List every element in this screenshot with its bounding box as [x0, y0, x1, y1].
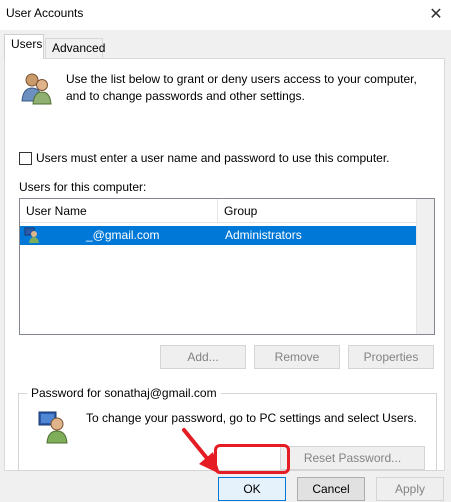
user-icon — [24, 227, 40, 243]
reset-password-button[interactable]: Reset Password... — [280, 446, 425, 470]
password-group-title: Password for sonathaj@gmail.com — [27, 386, 221, 400]
users-list-header: User Name Group — [20, 199, 434, 223]
user-name-cell: _@gmail.com — [86, 228, 160, 242]
ok-button[interactable]: OK — [218, 477, 286, 501]
require-password-row[interactable]: Users must enter a user name and passwor… — [19, 151, 390, 165]
apply-button[interactable]: Apply — [376, 477, 444, 501]
users-icon — [19, 71, 53, 105]
table-row[interactable]: _@gmail.com Administrators — [20, 226, 416, 245]
properties-button[interactable]: Properties — [348, 345, 434, 369]
dialog-body: Users Advanced Use the list below to gra… — [0, 30, 451, 502]
column-header-group[interactable]: Group — [218, 199, 416, 223]
require-password-checkbox[interactable] — [19, 151, 32, 165]
intro-text: Use the list below to grant or deny user… — [66, 72, 417, 103]
tab-strip: Users Advanced — [0, 30, 451, 59]
user-password-icon — [37, 410, 71, 444]
window-title: User Accounts — [6, 6, 84, 20]
users-tab-panel: Use the list below to grant or deny user… — [4, 58, 445, 471]
title-bar: User Accounts ✕ — [0, 0, 451, 30]
users-list-label: Users for this computer: — [19, 180, 147, 194]
add-user-button[interactable]: Add... — [160, 345, 246, 369]
column-header-user-name[interactable]: User Name — [20, 199, 218, 223]
close-icon[interactable]: ✕ — [421, 0, 451, 28]
list-scrollbar[interactable] — [416, 199, 434, 334]
tab-advanced[interactable]: Advanced — [45, 38, 105, 58]
cancel-button[interactable]: Cancel — [297, 477, 365, 501]
ok-highlight-annotation — [214, 444, 290, 474]
tab-users[interactable]: Users — [4, 34, 44, 59]
password-instructions: To change your password, go to PC settin… — [86, 411, 417, 425]
group-cell: Administrators — [225, 228, 302, 242]
require-password-label[interactable]: Users must enter a user name and passwor… — [36, 151, 390, 165]
remove-user-button[interactable]: Remove — [254, 345, 340, 369]
users-listview[interactable]: User Name Group _@gmail.com Administrato… — [19, 198, 435, 335]
